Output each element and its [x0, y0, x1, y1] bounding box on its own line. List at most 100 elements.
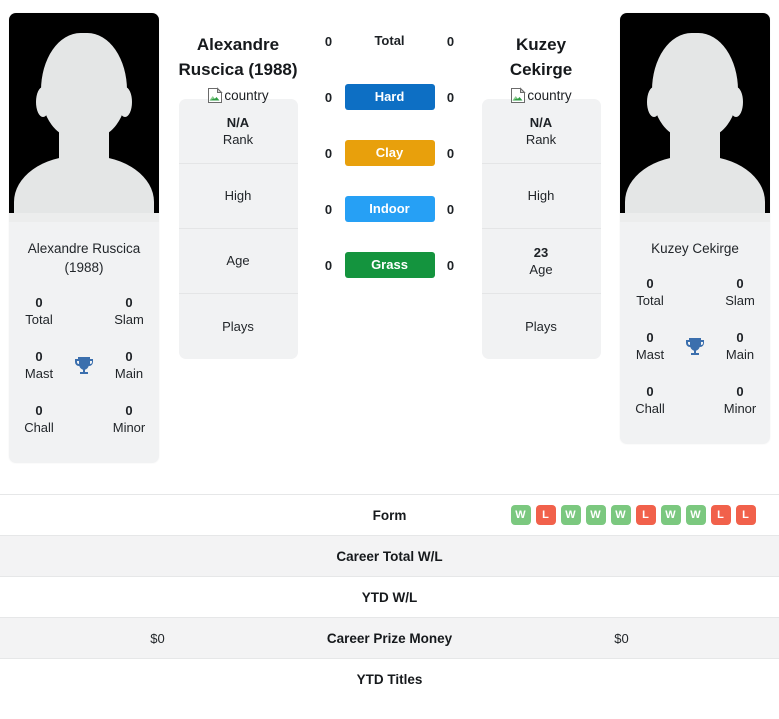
right-info-rank-value: N/A — [529, 114, 553, 130]
right-info-age-value: 23 — [533, 244, 549, 260]
right-stat-main: 0 Main — [710, 329, 770, 364]
avatar-base — [620, 213, 770, 222]
form-badge-list: WLWWWLWWLL — [488, 505, 756, 525]
trophy-icon — [680, 335, 710, 359]
left-country-alt-text: country — [224, 88, 269, 103]
surface-row-hard: 0 Hard 0 — [308, 69, 471, 125]
left-info-column: Alexandre Ruscica (1988) country N/A Ran… — [168, 0, 308, 359]
right-info-high: High — [481, 164, 601, 229]
left-stat-main: 0 Main — [99, 348, 159, 383]
left-stat-minor-value: 0 — [125, 403, 133, 418]
left-card-name-line1: Alexandre Ruscica — [27, 241, 141, 256]
avatar-ear-left — [647, 87, 661, 117]
form-badge-win[interactable]: W — [685, 505, 706, 525]
left-info-age: Age — [178, 229, 298, 294]
form-badge-loss[interactable]: L — [710, 505, 731, 525]
right-player-column: Kuzey Cekirge 0 Total 0 Slam 0 Mast 0 Ma… — [611, 0, 779, 444]
left-player-card-name: Alexandre Ruscica (1988) — [9, 222, 159, 281]
right-titles-row-1: 0 Total 0 Slam — [620, 266, 770, 320]
form-badge-win[interactable]: W — [560, 505, 581, 525]
right-card-name-line1: Kuzey Cekirge — [651, 241, 739, 256]
career-prize-money-left-value: $0 — [150, 630, 165, 646]
left-stat-mast-label: Mast — [24, 366, 54, 381]
right-country-alt-text: country — [527, 88, 572, 103]
left-stat-chall-value: 0 — [35, 403, 43, 418]
left-stat-slam: 0 Slam — [99, 294, 159, 329]
left-surface-clay-count: 0 — [324, 145, 333, 161]
right-stat-chall: 0 Chall — [620, 383, 680, 418]
right-surface-grass-count: 0 — [446, 257, 455, 273]
form-label: Form — [372, 507, 407, 523]
right-stat-minor-value: 0 — [736, 384, 744, 399]
left-info-plays-label: Plays — [222, 318, 254, 334]
right-info-age-label: Age — [529, 261, 553, 277]
right-stat-total: 0 Total — [620, 275, 680, 310]
left-info-age-label: Age — [226, 253, 250, 268]
left-player-name-line1: Alexandre — [196, 35, 280, 54]
left-player-photo — [9, 13, 159, 222]
right-stat-slam-label: Slam — [725, 293, 755, 308]
left-stat-total-value: 0 — [35, 295, 43, 310]
left-stat-chall-label: Chall — [24, 420, 54, 435]
left-player-card[interactable]: Alexandre Ruscica (1988) 0 Total 0 Slam — [9, 13, 159, 463]
right-stat-mast-label: Mast — [635, 347, 665, 362]
form-badge-win[interactable]: W — [610, 505, 631, 525]
right-surface-clay-count: 0 — [446, 145, 455, 161]
table-row-career-total-wl: Career Total W/L — [0, 535, 779, 576]
right-info-rank-label: Rank — [525, 131, 557, 147]
form-badge-win[interactable]: W — [585, 505, 606, 525]
left-stat-minor: 0 Minor — [99, 402, 159, 437]
form-badge-win[interactable]: W — [660, 505, 681, 525]
broken-image-icon — [510, 87, 527, 104]
surface-badge-indoor[interactable]: Indoor — [344, 196, 435, 222]
form-badge-loss[interactable]: L — [535, 505, 556, 525]
right-player-name-line2: Cekirge — [509, 60, 573, 79]
right-stat-main-value: 0 — [736, 330, 744, 345]
surface-row-grass: 0 Grass 0 — [308, 237, 471, 293]
left-titles-row-2: 0 Mast 0 Main — [9, 339, 159, 393]
right-stat-minor-label: Minor — [723, 401, 757, 416]
compare-section: Alexandre Ruscica (1988) 0 Total 0 Slam — [0, 0, 779, 494]
avatar-ear-right — [729, 87, 743, 117]
table-row-ytd-titles: YTD Titles — [0, 658, 779, 699]
left-surface-indoor-count: 0 — [324, 201, 333, 217]
form-badge-loss[interactable]: L — [635, 505, 656, 525]
right-stat-minor: 0 Minor — [710, 383, 770, 418]
surface-row-total: 0 Total 0 — [308, 13, 471, 69]
right-stat-total-value: 0 — [646, 276, 654, 291]
career-prize-money-label: Career Prize Money — [326, 630, 453, 646]
right-info-high-label: High — [527, 188, 555, 203]
left-info-rank: N/A Rank — [178, 99, 298, 164]
surface-row-clay: 0 Clay 0 — [308, 125, 471, 181]
left-stat-total: 0 Total — [9, 294, 69, 329]
right-info-plays-label: Plays — [525, 318, 557, 334]
form-badge-loss[interactable]: L — [735, 505, 756, 525]
right-surface-total-count: 0 — [446, 33, 455, 49]
right-info-age: 23 Age — [481, 229, 601, 294]
right-player-name-block: Kuzey Cekirge country — [471, 13, 611, 103]
left-info-card: N/A Rank High Age Plays — [178, 99, 298, 359]
surface-badge-grass[interactable]: Grass — [344, 252, 435, 278]
career-total-wl-label: Career Total W/L — [336, 548, 443, 564]
right-player-card[interactable]: Kuzey Cekirge 0 Total 0 Slam 0 Mast 0 Ma… — [620, 13, 770, 444]
left-info-rank-value: N/A — [226, 114, 250, 130]
surface-badge-hard[interactable]: Hard — [344, 84, 435, 110]
right-titles-grid: 0 Total 0 Slam 0 Mast 0 Main 0 Chall 0 M… — [620, 262, 770, 444]
left-stat-main-label: Main — [114, 366, 144, 381]
left-info-high: High — [178, 164, 298, 229]
right-info-column: Kuzey Cekirge country N/A Rank High 23 A… — [471, 0, 611, 359]
career-prize-money-right-value: $0 — [614, 630, 629, 646]
left-titles-row-3: 0 Chall 0 Minor — [9, 393, 159, 447]
table-row-ytd-wl: YTD W/L — [0, 576, 779, 617]
form-badge-win[interactable]: W — [510, 505, 531, 525]
ytd-titles-label: YTD Titles — [356, 671, 423, 687]
right-stat-total-label: Total — [636, 293, 664, 308]
surface-row-indoor: 0 Indoor 0 — [308, 181, 471, 237]
right-titles-row-2: 0 Mast 0 Main — [620, 320, 770, 374]
avatar-ear-left — [36, 87, 50, 117]
left-titles-row-1: 0 Total 0 Slam — [9, 285, 159, 339]
surface-badge-clay[interactable]: Clay — [344, 140, 435, 166]
right-player-photo — [620, 13, 770, 222]
left-info-plays: Plays — [179, 294, 298, 359]
avatar-ear-right — [118, 87, 132, 117]
